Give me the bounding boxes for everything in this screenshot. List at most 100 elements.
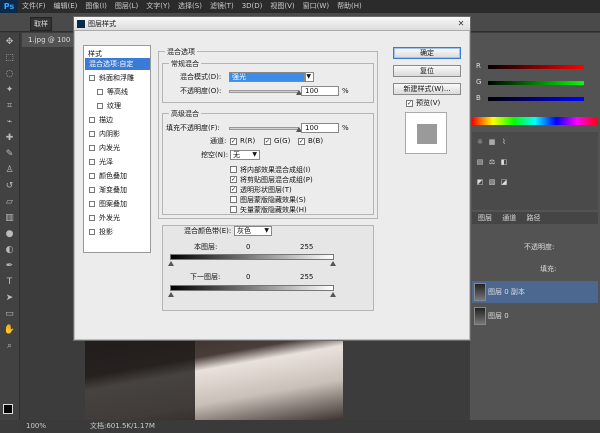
brush-tool-icon[interactable]: ✎ bbox=[3, 148, 17, 160]
style-checkbox[interactable] bbox=[89, 159, 95, 165]
bw-icon[interactable]: ◧ bbox=[500, 158, 508, 166]
style-checkbox[interactable] bbox=[89, 75, 95, 81]
move-tool-icon[interactable]: ✥ bbox=[3, 36, 17, 48]
eraser-tool-icon[interactable]: ▱ bbox=[3, 196, 17, 208]
menu-item[interactable]: 文件(F) bbox=[18, 0, 50, 13]
curves-icon[interactable]: ⌇ bbox=[500, 138, 508, 146]
menu-item[interactable]: 图层(L) bbox=[111, 0, 142, 13]
path-select-tool-icon[interactable]: ➤ bbox=[3, 292, 17, 304]
dialog-titlebar[interactable]: 图层样式 ✕ bbox=[74, 17, 470, 31]
color-spectrum[interactable] bbox=[472, 117, 598, 125]
style-item[interactable]: 混合选项:自定 bbox=[85, 58, 150, 70]
pen-tool-icon[interactable]: ✒ bbox=[3, 260, 17, 272]
dodge-tool-icon[interactable]: ◐ bbox=[3, 244, 17, 256]
opacity-slider[interactable] bbox=[229, 90, 299, 93]
menu-item[interactable]: 图像(I) bbox=[81, 0, 111, 13]
threshold-icon[interactable]: ◪ bbox=[500, 178, 508, 186]
style-item[interactable]: 描边 bbox=[85, 114, 150, 126]
this-layer-white-thumb[interactable] bbox=[330, 261, 336, 266]
eyedropper-tool-icon[interactable]: ⌁ bbox=[3, 116, 17, 128]
crop-tool-icon[interactable]: ⌗ bbox=[3, 100, 17, 112]
menu-item[interactable]: 3D(D) bbox=[238, 0, 267, 13]
layer-row[interactable]: 图层 0 副本 bbox=[472, 281, 598, 303]
menu-item[interactable]: 滤镜(T) bbox=[206, 0, 238, 13]
style-item[interactable]: 等高线 bbox=[85, 86, 150, 98]
style-checkbox[interactable] bbox=[89, 145, 95, 151]
gradient-tool-icon[interactable]: ▥ bbox=[3, 212, 17, 224]
advanced-option-checkbox[interactable] bbox=[230, 206, 237, 213]
chevron-down-icon[interactable]: ▼ bbox=[305, 72, 314, 82]
advanced-option-checkbox[interactable]: ✓ bbox=[230, 176, 237, 183]
reset-button[interactable]: 复位 bbox=[393, 65, 461, 77]
stamp-tool-icon[interactable]: ♙ bbox=[3, 164, 17, 176]
healing-tool-icon[interactable]: ✚ bbox=[3, 132, 17, 144]
underlying-black-thumb[interactable] bbox=[168, 292, 174, 297]
preview-checkbox[interactable]: ✓ bbox=[406, 100, 413, 107]
menu-item[interactable]: 视图(V) bbox=[266, 0, 298, 13]
style-item[interactable]: 内阴影 bbox=[85, 128, 150, 140]
blend-mode-select[interactable]: 强光 bbox=[229, 72, 305, 82]
invert-icon[interactable]: ◩ bbox=[476, 178, 484, 186]
channel-checkbox[interactable]: ✓ bbox=[264, 138, 271, 145]
menu-item[interactable]: 窗口(W) bbox=[299, 0, 333, 13]
style-item[interactable]: 图案叠加 bbox=[85, 198, 150, 210]
close-icon[interactable]: ✕ bbox=[456, 19, 466, 29]
lasso-tool-icon[interactable]: ◌ bbox=[3, 68, 17, 80]
sample-dropdown[interactable]: 取样 bbox=[30, 17, 52, 31]
brightness-icon[interactable]: ☼ bbox=[476, 138, 484, 146]
style-checkbox[interactable] bbox=[89, 229, 95, 235]
style-item[interactable]: 渐变叠加 bbox=[85, 184, 150, 196]
style-checkbox[interactable] bbox=[97, 103, 103, 109]
zoom-level[interactable]: 100% bbox=[26, 420, 46, 433]
balance-icon[interactable]: ⚖ bbox=[488, 158, 496, 166]
menu-item[interactable]: 帮助(H) bbox=[333, 0, 366, 13]
tab-paths[interactable]: 路径 bbox=[526, 214, 540, 222]
history-brush-tool-icon[interactable]: ↺ bbox=[3, 180, 17, 192]
style-item[interactable]: 斜面和浮雕 bbox=[85, 72, 150, 84]
knockout-select[interactable]: 无 ▼ bbox=[230, 150, 260, 160]
tab-channels[interactable]: 通道 bbox=[502, 214, 516, 222]
foreground-color-swatch[interactable] bbox=[3, 404, 13, 414]
this-layer-black-thumb[interactable] bbox=[168, 261, 174, 266]
menu-item[interactable]: 选择(S) bbox=[174, 0, 206, 13]
tab-layers[interactable]: 图层 bbox=[478, 214, 492, 222]
fill-opacity-field[interactable]: 100 bbox=[301, 123, 339, 133]
color-slider-r[interactable]: R bbox=[476, 62, 596, 72]
marquee-tool-icon[interactable]: ⬚ bbox=[3, 52, 17, 64]
style-item[interactable]: 颜色叠加 bbox=[85, 170, 150, 182]
blur-tool-icon[interactable]: ● bbox=[3, 228, 17, 240]
channel-checkbox[interactable]: ✓ bbox=[298, 138, 305, 145]
this-layer-gradient[interactable] bbox=[170, 254, 334, 260]
magic-wand-tool-icon[interactable]: ✦ bbox=[3, 84, 17, 96]
style-checkbox[interactable] bbox=[89, 131, 95, 137]
posterize-icon[interactable]: ▧ bbox=[488, 178, 496, 186]
style-checkbox[interactable] bbox=[89, 117, 95, 123]
menu-item[interactable]: 文字(Y) bbox=[142, 0, 174, 13]
shape-tool-icon[interactable]: ▭ bbox=[3, 308, 17, 320]
advanced-option-checkbox[interactable] bbox=[230, 166, 237, 173]
style-item[interactable]: 内发光 bbox=[85, 142, 150, 154]
style-checkbox[interactable] bbox=[97, 89, 103, 95]
opacity-field[interactable]: 100 bbox=[301, 86, 339, 96]
levels-icon[interactable]: ▦ bbox=[488, 138, 496, 146]
fill-opacity-slider[interactable] bbox=[229, 127, 299, 130]
zoom-tool-icon[interactable]: ⌕ bbox=[3, 340, 17, 352]
ok-button[interactable]: 确定 bbox=[393, 47, 461, 59]
style-checkbox[interactable] bbox=[89, 173, 95, 179]
advanced-option-checkbox[interactable] bbox=[230, 196, 237, 203]
hue-icon[interactable]: ▤ bbox=[476, 158, 484, 166]
style-item[interactable]: 纹理 bbox=[85, 100, 150, 112]
color-slider-g[interactable]: G bbox=[476, 78, 596, 88]
underlying-layer-gradient[interactable] bbox=[170, 285, 334, 291]
style-item[interactable]: 外发光 bbox=[85, 212, 150, 224]
channel-checkbox[interactable]: ✓ bbox=[230, 138, 237, 145]
hand-tool-icon[interactable]: ✋ bbox=[3, 324, 17, 336]
style-item[interactable]: 光泽 bbox=[85, 156, 150, 168]
style-checkbox[interactable] bbox=[89, 201, 95, 207]
menu-item[interactable]: 编辑(E) bbox=[50, 0, 82, 13]
advanced-option-checkbox[interactable]: ✓ bbox=[230, 186, 237, 193]
color-slider-b[interactable]: B bbox=[476, 94, 596, 104]
type-tool-icon[interactable]: T bbox=[3, 276, 17, 288]
underlying-white-thumb[interactable] bbox=[330, 292, 336, 297]
layer-row[interactable]: 图层 0 bbox=[472, 305, 598, 327]
